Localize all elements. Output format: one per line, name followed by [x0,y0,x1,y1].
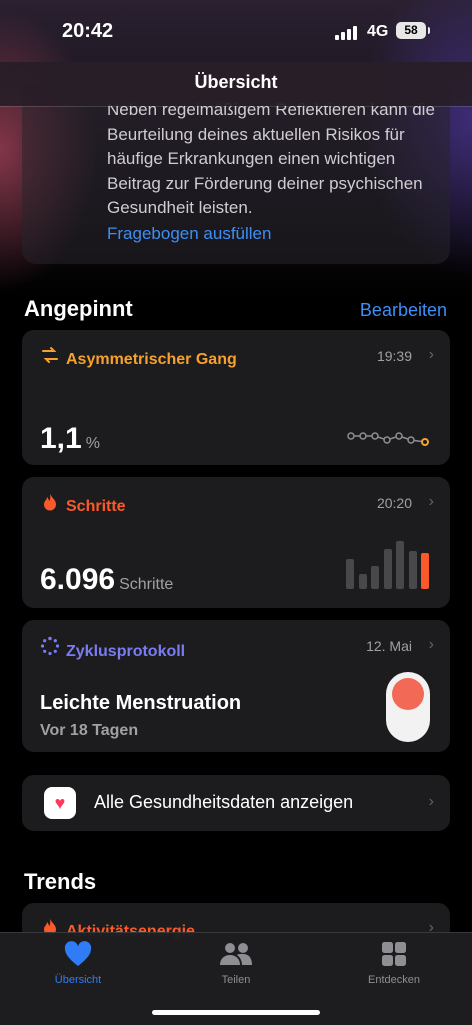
all-health-data-button[interactable]: ♥ Alle Gesundheitsdaten anzeigen › [22,775,450,831]
trends-section-title: Trends [24,869,97,894]
pinned-section-title: Angepinnt [24,296,133,321]
steps-bar [346,559,354,589]
edit-button[interactable]: Bearbeiten [360,300,447,321]
arrows-icon [40,346,60,369]
flame-icon [40,493,60,516]
gait-trend-sparkline [347,432,429,446]
steps-bar [396,541,404,589]
card-time: 20:20 [376,495,412,511]
cycle-tracking-card[interactable]: Zyklusprotokoll 12. Mai › Leichte Menstr… [22,620,450,752]
card-value: 6.096 Schritte [40,563,174,596]
people-icon [220,943,252,965]
tab-share[interactable]: Teilen [176,941,296,986]
card-time: 12. Mai [366,638,412,654]
steps-card[interactable]: Schritte 20:20 › 6.096 Schritte [22,477,450,608]
tab-label: Teilen [221,974,251,986]
card-value: 1,1% [40,422,100,455]
questionnaire-link[interactable]: Fragebogen ausfüllen [107,224,271,244]
tab-overview[interactable]: Übersicht [18,941,138,986]
tab-discover[interactable]: Entdecken [334,941,454,986]
cycle-status: Leichte Menstruation [40,692,242,714]
card-time: 19:39 [376,348,412,364]
gait-asymmetry-card[interactable]: Asymmetrischer Gang 19:39 › 1,1% [22,330,450,465]
chevron-right-icon: › [428,636,434,653]
mental-health-info-card: Neben regelmäßigem Reflektieren kann die… [22,84,450,264]
status-bar: 20:42 4G 58 [0,0,472,62]
steps-bar [408,551,417,589]
steps-bar [383,549,392,589]
heart-icon [64,941,92,966]
home-indicator [152,1010,320,1015]
chevron-right-icon: › [428,493,434,510]
card-title: Schritte [40,493,126,516]
nav-divider [0,106,472,107]
chevron-right-icon: › [428,346,434,363]
steps-bar [371,566,379,589]
menstruation-indicator [386,672,430,742]
chevron-right-icon: › [428,793,434,810]
card-title: Asymmetrischer Gang [40,346,237,369]
battery-icon: 58 [396,22,430,39]
all-data-label: Alle Gesundheitsdaten anzeigen [94,792,354,812]
status-time: 20:42 [62,20,114,42]
cycle-icon [40,636,60,661]
health-app-icon: ♥ [44,787,76,819]
steps-bar [358,574,367,589]
signal-icon [335,24,359,40]
tab-label: Entdecken [368,974,420,986]
grid-icon [382,942,406,966]
steps-bar [421,553,429,589]
network-type: 4G [367,23,389,40]
card-title: Zyklusprotokoll [40,636,185,661]
cycle-since: Vor 18 Tagen [40,722,139,739]
tab-label: Übersicht [54,974,102,986]
steps-bar-chart [346,539,432,589]
page-title: Übersicht [194,72,278,92]
info-text: Neben regelmäßigem Reflektieren kann die… [107,100,435,217]
